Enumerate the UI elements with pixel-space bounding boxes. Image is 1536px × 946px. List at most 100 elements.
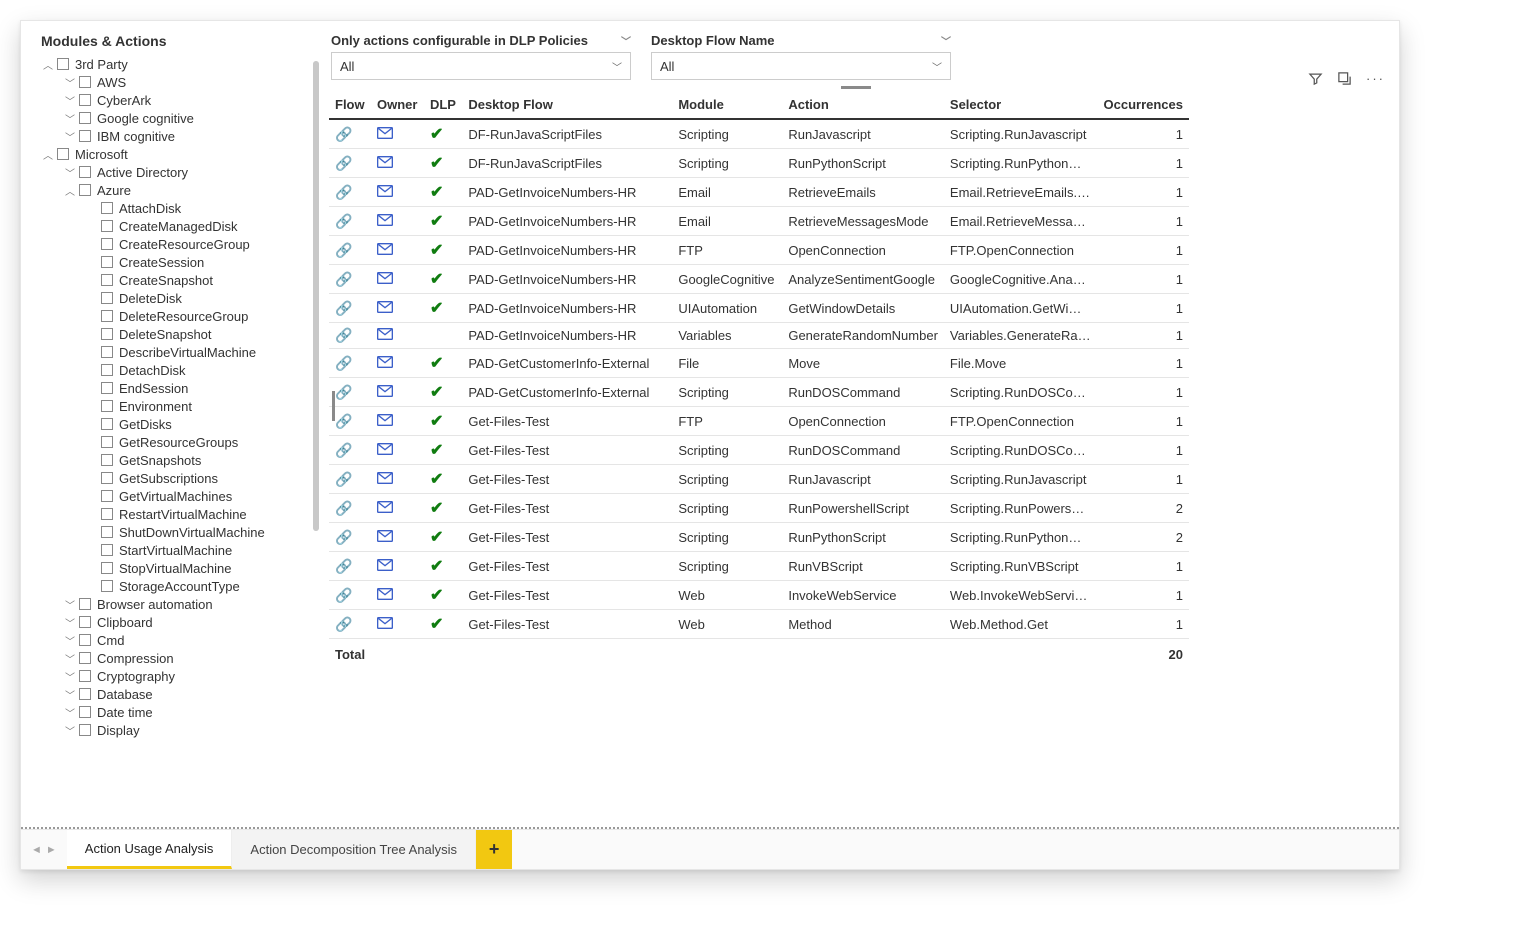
- table-row[interactable]: 🔗✔PAD-GetCustomerInfo-ExternalScriptingR…: [329, 378, 1189, 407]
- flow-link-icon[interactable]: 🔗: [335, 155, 352, 171]
- tree-checkbox[interactable]: [101, 436, 113, 448]
- tree-checkbox[interactable]: [101, 508, 113, 520]
- owner-mail-icon[interactable]: [377, 414, 393, 429]
- page-tab[interactable]: Action Usage Analysis: [67, 830, 233, 869]
- owner-mail-icon[interactable]: [377, 243, 393, 258]
- chevron-down-icon[interactable]: ﹀: [941, 33, 951, 48]
- table-row[interactable]: 🔗✔Get-Files-TestWebInvokeWebServiceWeb.I…: [329, 581, 1189, 610]
- flow-link-icon[interactable]: 🔗: [335, 327, 352, 343]
- tree-item[interactable]: CreateSnapshot: [41, 271, 313, 289]
- owner-mail-icon[interactable]: [377, 443, 393, 458]
- modules-tree[interactable]: ︿3rd Party﹀AWS﹀CyberArk﹀Google cognitive…: [41, 55, 313, 739]
- tree-item[interactable]: GetSubscriptions: [41, 469, 313, 487]
- chevron-down-icon[interactable]: ﹀: [621, 33, 631, 48]
- caret-down-icon[interactable]: ﹀: [63, 723, 77, 738]
- table-row[interactable]: 🔗✔Get-Files-TestScriptingRunVBScriptScri…: [329, 552, 1189, 581]
- tree-scrollbar[interactable]: [313, 61, 319, 531]
- tree-item[interactable]: ﹀Active Directory: [41, 163, 313, 181]
- tree-checkbox[interactable]: [79, 616, 91, 628]
- tree-item[interactable]: DeleteSnapshot: [41, 325, 313, 343]
- caret-down-icon[interactable]: ﹀: [63, 75, 77, 90]
- tree-item[interactable]: ﹀Browser automation: [41, 595, 313, 613]
- col-owner[interactable]: Owner: [371, 91, 424, 119]
- tree-item[interactable]: CreateResourceGroup: [41, 235, 313, 253]
- flow-link-icon[interactable]: 🔗: [335, 300, 352, 316]
- focus-mode-icon[interactable]: [1337, 71, 1352, 89]
- tree-item[interactable]: CreateSession: [41, 253, 313, 271]
- tree-checkbox[interactable]: [101, 454, 113, 466]
- tab-prev-icon[interactable]: ◄: [31, 844, 42, 856]
- col-flow[interactable]: Flow: [329, 91, 371, 119]
- table-row[interactable]: 🔗✔PAD-GetInvoiceNumbers-HREmailRetrieveM…: [329, 207, 1189, 236]
- flow-link-icon[interactable]: 🔗: [335, 471, 352, 487]
- flow-link-icon[interactable]: 🔗: [335, 242, 352, 258]
- tree-item[interactable]: CreateManagedDisk: [41, 217, 313, 235]
- tree-item[interactable]: DescribeVirtualMachine: [41, 343, 313, 361]
- owner-mail-icon[interactable]: [377, 501, 393, 516]
- tree-item[interactable]: ︿Microsoft: [41, 145, 313, 163]
- table-row[interactable]: 🔗✔Get-Files-TestScriptingRunPythonScript…: [329, 523, 1189, 552]
- caret-down-icon[interactable]: ﹀: [63, 129, 77, 144]
- tree-checkbox[interactable]: [57, 148, 69, 160]
- tree-checkbox[interactable]: [101, 364, 113, 376]
- tab-next-icon[interactable]: ►: [46, 844, 57, 856]
- tree-checkbox[interactable]: [101, 274, 113, 286]
- col-action[interactable]: Action: [782, 91, 944, 119]
- tree-checkbox[interactable]: [101, 580, 113, 592]
- tree-item[interactable]: StorageAccountType: [41, 577, 313, 595]
- tree-item[interactable]: StartVirtualMachine: [41, 541, 313, 559]
- owner-mail-icon[interactable]: [377, 127, 393, 142]
- tree-item[interactable]: ︿3rd Party: [41, 55, 313, 73]
- flow-link-icon[interactable]: 🔗: [335, 126, 352, 142]
- owner-mail-icon[interactable]: [377, 356, 393, 371]
- owner-mail-icon[interactable]: [377, 272, 393, 287]
- resize-handle-icon[interactable]: [332, 391, 335, 421]
- flow-link-icon[interactable]: 🔗: [335, 413, 352, 429]
- caret-down-icon[interactable]: ﹀: [63, 165, 77, 180]
- owner-mail-icon[interactable]: [377, 559, 393, 574]
- tree-checkbox[interactable]: [101, 526, 113, 538]
- tree-item[interactable]: GetDisks: [41, 415, 313, 433]
- table-row[interactable]: 🔗✔Get-Files-TestScriptingRunJavascriptSc…: [329, 465, 1189, 494]
- caret-down-icon[interactable]: ﹀: [63, 597, 77, 612]
- table-row[interactable]: 🔗✔PAD-GetCustomerInfo-ExternalFileMoveFi…: [329, 349, 1189, 378]
- caret-up-icon[interactable]: ︿: [41, 147, 55, 162]
- tree-checkbox[interactable]: [79, 94, 91, 106]
- flow-link-icon[interactable]: 🔗: [335, 442, 352, 458]
- flow-link-icon[interactable]: 🔗: [335, 616, 352, 632]
- caret-down-icon[interactable]: ﹀: [63, 633, 77, 648]
- table-row[interactable]: 🔗PAD-GetInvoiceNumbers-HRVariablesGenera…: [329, 323, 1189, 349]
- flow-link-icon[interactable]: 🔗: [335, 184, 352, 200]
- col-occurrences[interactable]: Occurrences: [1097, 91, 1189, 119]
- owner-mail-icon[interactable]: [377, 185, 393, 200]
- tree-checkbox[interactable]: [101, 202, 113, 214]
- tree-item[interactable]: DetachDisk: [41, 361, 313, 379]
- tree-item[interactable]: AttachDisk: [41, 199, 313, 217]
- table-row[interactable]: 🔗✔Get-Files-TestScriptingRunPowershellSc…: [329, 494, 1189, 523]
- tree-checkbox[interactable]: [79, 652, 91, 664]
- more-options-icon[interactable]: ···: [1366, 71, 1385, 89]
- flow-link-icon[interactable]: 🔗: [335, 213, 352, 229]
- owner-mail-icon[interactable]: [377, 617, 393, 632]
- tree-item[interactable]: StopVirtualMachine: [41, 559, 313, 577]
- caret-down-icon[interactable]: ﹀: [63, 93, 77, 108]
- owner-mail-icon[interactable]: [377, 530, 393, 545]
- resize-handle-icon[interactable]: [841, 86, 871, 89]
- tree-checkbox[interactable]: [101, 382, 113, 394]
- tree-item[interactable]: ﹀CyberArk: [41, 91, 313, 109]
- table-row[interactable]: 🔗✔DF-RunJavaScriptFilesScriptingRunJavas…: [329, 119, 1189, 149]
- tree-item[interactable]: ﹀Cryptography: [41, 667, 313, 685]
- flow-link-icon[interactable]: 🔗: [335, 587, 352, 603]
- tree-item[interactable]: Environment: [41, 397, 313, 415]
- caret-down-icon[interactable]: ﹀: [63, 111, 77, 126]
- tree-item[interactable]: ﹀Google cognitive: [41, 109, 313, 127]
- tree-item[interactable]: EndSession: [41, 379, 313, 397]
- add-page-button[interactable]: +: [476, 830, 512, 869]
- tree-checkbox[interactable]: [101, 472, 113, 484]
- flow-link-icon[interactable]: 🔗: [335, 271, 352, 287]
- tree-checkbox[interactable]: [101, 400, 113, 412]
- tree-checkbox[interactable]: [101, 256, 113, 268]
- tree-item[interactable]: RestartVirtualMachine: [41, 505, 313, 523]
- table-row[interactable]: 🔗✔Get-Files-TestWebMethodWeb.Method.Get1: [329, 610, 1189, 639]
- tree-checkbox[interactable]: [101, 238, 113, 250]
